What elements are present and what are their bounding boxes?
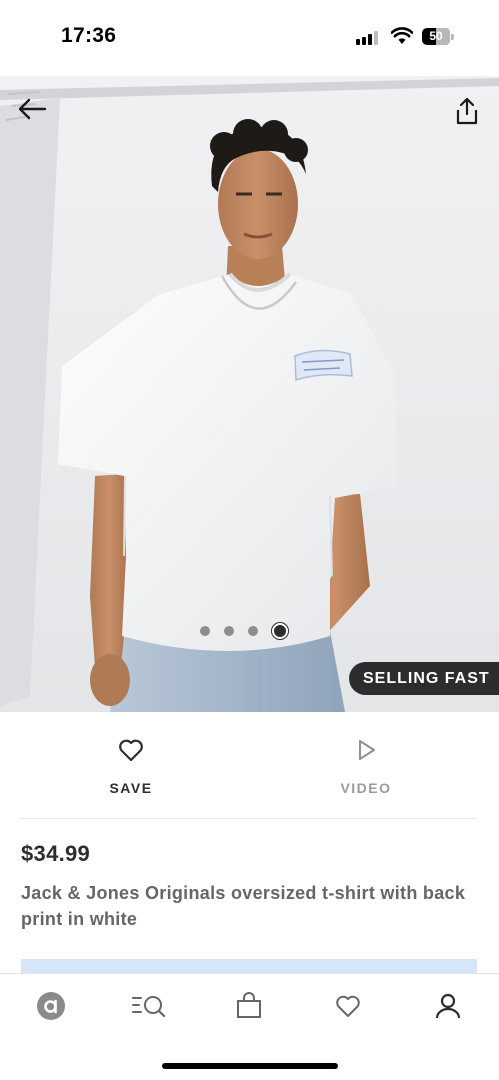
video-button[interactable]: VIDEO	[286, 712, 446, 812]
play-icon	[359, 740, 375, 760]
battery-level: 50	[429, 29, 443, 43]
product-actions: SAVE VIDEO	[0, 712, 499, 818]
bag-icon	[237, 992, 261, 1018]
nav-account[interactable]	[423, 988, 473, 1024]
heart-icon	[119, 739, 143, 762]
product-photo	[0, 76, 499, 712]
product-name: Jack & Jones Originals oversized t-shirt…	[21, 883, 466, 929]
status-bar: 17:36 50	[0, 0, 499, 76]
carousel-dot[interactable]	[224, 626, 234, 636]
carousel-dot[interactable]	[248, 626, 258, 636]
back-button[interactable]	[14, 92, 50, 126]
wifi-icon	[391, 27, 413, 44]
save-label: SAVE	[109, 780, 153, 796]
signal-icon	[356, 31, 380, 45]
heart-icon	[336, 995, 360, 1017]
nav-bag[interactable]	[224, 988, 274, 1024]
carousel-dot[interactable]	[272, 623, 288, 639]
nav-search[interactable]	[124, 988, 174, 1024]
product-image-carousel[interactable]: SELLING FAST	[0, 76, 499, 712]
nav-home[interactable]	[26, 988, 76, 1024]
save-button[interactable]: SAVE	[51, 712, 211, 812]
account-icon	[435, 993, 461, 1019]
share-icon	[456, 97, 478, 125]
nav-saved[interactable]	[323, 988, 373, 1024]
home-logo-icon	[37, 992, 65, 1020]
video-label: VIDEO	[340, 780, 392, 796]
battery-icon: 50	[422, 28, 454, 45]
status-time: 17:36	[61, 24, 117, 47]
carousel-dots[interactable]	[200, 622, 288, 640]
size-selector[interactable]	[21, 959, 477, 973]
share-button[interactable]	[450, 94, 484, 128]
search-icon	[132, 996, 166, 1018]
divider	[20, 818, 476, 819]
arrow-left-icon	[18, 98, 47, 120]
carousel-dot[interactable]	[200, 626, 210, 636]
home-indicator	[162, 1063, 338, 1069]
selling-fast-badge: SELLING FAST	[349, 662, 499, 695]
product-price: $34.99	[21, 841, 91, 866]
